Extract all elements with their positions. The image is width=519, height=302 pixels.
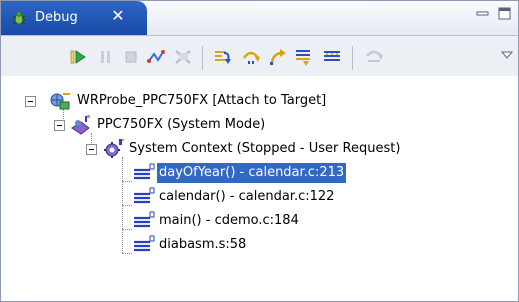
target-connection-icon	[50, 93, 70, 110]
stack-frame-label: calendar() - calendar.c:122	[159, 189, 335, 204]
stack-frame-row[interactable]: diabasm.s:58	[1, 233, 518, 257]
toolbar-separator	[352, 46, 353, 70]
close-icon[interactable]: ✕	[110, 7, 126, 25]
instruction-step-icon[interactable]	[363, 46, 385, 68]
process-icon	[71, 115, 90, 135]
stack-frame-label: diabasm.s:58	[159, 237, 247, 252]
debug-toolbar	[1, 36, 518, 76]
collapse-toggle[interactable]	[25, 96, 36, 107]
debug-bug-icon	[12, 11, 26, 25]
stack-frame-label: dayOfYear() - calendar.c:213	[157, 163, 347, 183]
stack-frame-icon	[134, 187, 155, 204]
toolbar-separator	[202, 46, 203, 70]
step-filters-icon[interactable]	[321, 46, 343, 68]
thread-gear-icon	[104, 139, 124, 158]
resume-icon[interactable]	[67, 46, 89, 68]
stack-frame-row[interactable]: main() - cdemo.c:184	[1, 209, 518, 233]
stack-frame-row[interactable]: dayOfYear() - calendar.c:213	[1, 161, 518, 185]
remove-terminated-icon[interactable]	[172, 46, 194, 68]
stack-frame-icon	[134, 163, 155, 180]
suspend-icon[interactable]	[95, 46, 117, 68]
view-menu-icon[interactable]	[501, 50, 513, 60]
minimize-icon[interactable]	[474, 6, 492, 22]
tree-node-target[interactable]: WRProbe_PPC750FX [Attach to Target]	[1, 89, 518, 113]
collapse-toggle[interactable]	[54, 120, 65, 131]
stack-frame-row[interactable]: calendar() - calendar.c:122	[1, 185, 518, 209]
stack-frame-icon	[134, 211, 155, 228]
tree-node-label: WRProbe_PPC750FX [Attach to Target]	[77, 93, 327, 108]
step-into-icon[interactable]	[212, 46, 234, 68]
tree-node-label: PPC750FX (System Mode)	[97, 117, 266, 132]
tab-title: Debug	[35, 10, 78, 25]
step-return-icon[interactable]	[267, 46, 289, 68]
step-over-icon[interactable]	[240, 46, 262, 68]
tree-node-thread[interactable]: System Context (Stopped - User Request)	[1, 137, 518, 161]
view-tab-strip: Debug ✕	[1, 1, 518, 36]
debug-view: Debug ✕ WRProbe_PPC750FX [Attach to Targ…	[0, 0, 519, 302]
terminate-icon[interactable]	[120, 46, 142, 68]
stack-frame-icon	[134, 235, 155, 252]
collapse-toggle[interactable]	[86, 144, 97, 155]
window-controls	[470, 4, 514, 26]
tab-debug[interactable]: Debug ✕	[1, 1, 147, 35]
disconnect-icon[interactable]	[145, 46, 167, 68]
stack-frame-label: main() - cdemo.c:184	[159, 213, 299, 228]
tree-node-label: System Context (Stopped - User Request)	[129, 141, 401, 156]
maximize-icon[interactable]	[496, 6, 514, 22]
tree-node-process[interactable]: PPC750FX (System Mode)	[1, 113, 518, 137]
drop-to-frame-icon[interactable]	[293, 46, 315, 68]
debug-tree: WRProbe_PPC750FX [Attach to Target] PPC7…	[1, 77, 518, 301]
